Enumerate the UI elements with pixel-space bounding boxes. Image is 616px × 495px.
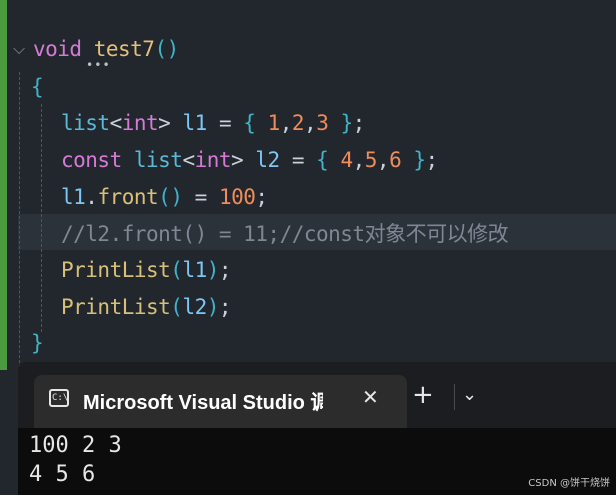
code-line-9[interactable]: } [31, 326, 44, 360]
code-editor[interactable]: ⌵ void test7() ••• { list<int> l1 = { 1,… [0, 0, 616, 370]
watermark: CSDN @饼干烧饼 [528, 478, 610, 489]
change-indicator-bar [0, 0, 7, 370]
code-line-5[interactable]: l1.front() = 100; [61, 180, 268, 214]
tab-title: Microsoft Visual Studio 调 [83, 392, 323, 414]
terminal-tab-bar: C:\ Microsoft Visual Studio 调 ✕ + ⌄ [18, 362, 616, 428]
code-line-8[interactable]: PrintList(l2); [61, 290, 232, 324]
indent-guide [41, 104, 42, 332]
new-tab-plus-icon[interactable]: + [412, 382, 434, 408]
terminal-tab[interactable]: C:\ Microsoft Visual Studio 调 ✕ [34, 375, 407, 428]
code-line-2[interactable]: { [31, 70, 44, 104]
indent-guide [19, 72, 20, 368]
console-output-line: 4 5 6 [29, 462, 96, 487]
terminal-console[interactable]: 100 2 3 4 5 6 [18, 428, 616, 495]
code-line-6-comment[interactable]: //l2.front() = 11;//const对象不可以修改 [61, 217, 509, 251]
code-line-7[interactable]: PrintList(l1); [61, 253, 232, 287]
code-line-4[interactable]: const list<int> l2 = { 4,5,6 }; [61, 143, 438, 177]
chevron-down-icon[interactable]: ⌄ [462, 386, 477, 404]
console-output-line: 100 2 3 [29, 433, 122, 458]
suggestion-dots: ••• [86, 58, 111, 72]
console-icon: C:\ [49, 389, 69, 407]
divider [454, 384, 455, 410]
code-line-3[interactable]: list<int> l1 = { 1,2,3 }; [61, 106, 365, 140]
chevron-down-icon[interactable]: ⌵ [13, 39, 25, 59]
close-icon[interactable]: ✕ [362, 385, 379, 409]
